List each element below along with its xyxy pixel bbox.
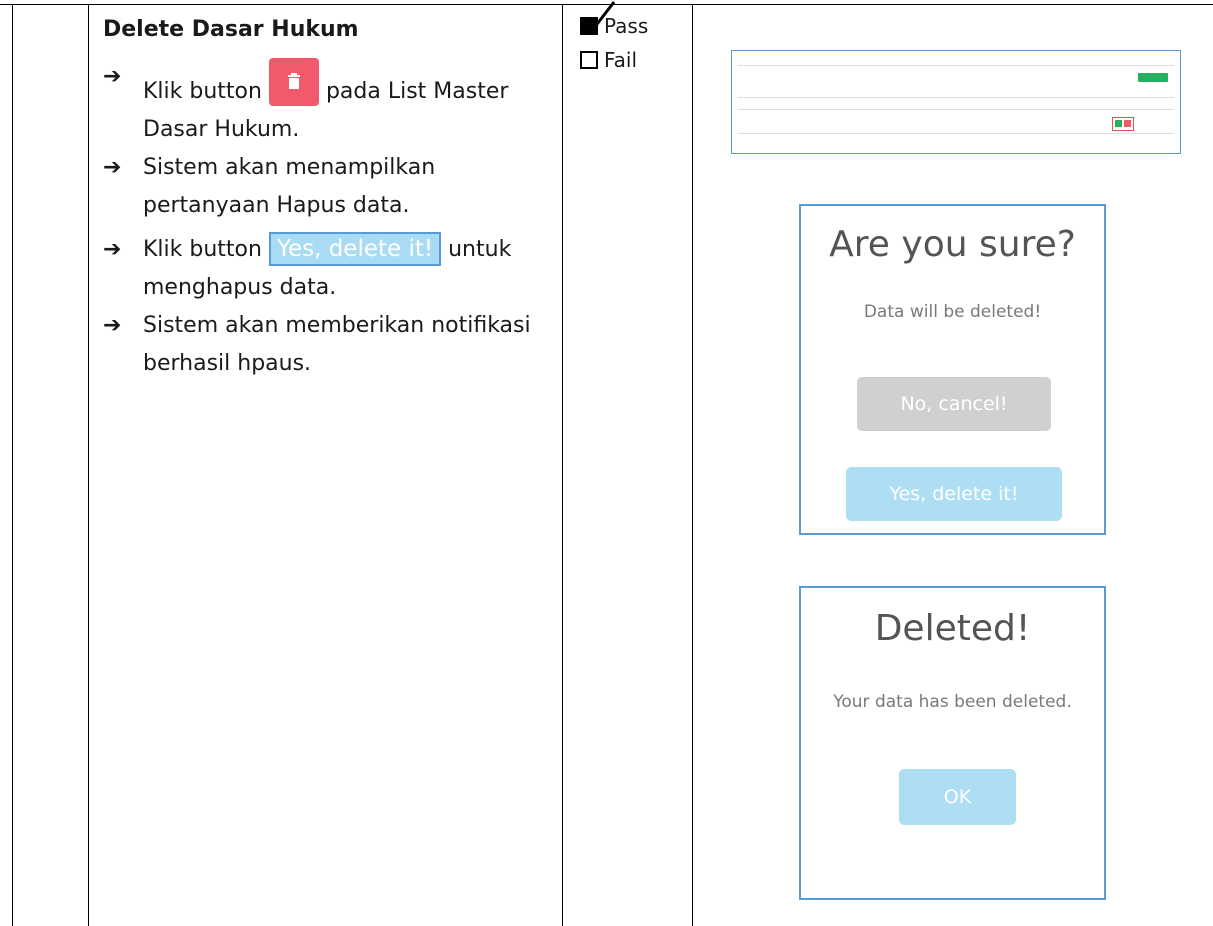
- test-steps: Delete Dasar Hukum ➔ Klik button pada Li…: [103, 10, 553, 383]
- success-dialog: Deleted! Your data has been deleted. OK: [799, 586, 1106, 900]
- arrow-icon: ➔: [103, 64, 122, 89]
- checkbox-icon: [580, 51, 598, 69]
- dialog-message: Your data has been deleted.: [833, 692, 1072, 712]
- arrow-icon: ➔: [103, 155, 122, 180]
- arrow-icon: ➔: [103, 237, 122, 262]
- delete-button-sample: [268, 58, 319, 106]
- add-button-thumbnail: [1138, 73, 1168, 82]
- dialog-title: Are you sure?: [829, 224, 1076, 265]
- step-item: ➔ Klik button pada List Master Dasar Huk…: [103, 58, 553, 149]
- action-buttons-highlight: [1112, 117, 1134, 131]
- step-item: ➔ Sistem akan memberikan notifikasi berh…: [103, 307, 553, 383]
- table-border-col1: [88, 4, 89, 926]
- dialog-message: Data will be deleted!: [863, 302, 1042, 322]
- fail-option: Fail: [580, 44, 648, 76]
- step-item: ➔ Sistem akan menampilkan pertanyaan Hap…: [103, 149, 553, 225]
- ok-button[interactable]: OK: [899, 769, 1016, 825]
- confirm-dialog: Are you sure? Data will be deleted! No, …: [799, 204, 1106, 535]
- table-border-left: [12, 4, 13, 926]
- checkmark-icon: [586, 1, 616, 30]
- table-border-col2: [562, 4, 563, 926]
- trash-icon: [287, 73, 300, 89]
- dialog-title: Deleted!: [874, 608, 1031, 649]
- confirm-delete-button[interactable]: Yes, delete it!: [846, 467, 1062, 521]
- yes-delete-button-sample: Yes, delete it!: [268, 232, 442, 266]
- list-screenshot-thumbnail: [731, 50, 1181, 154]
- arrow-icon: ➔: [103, 313, 122, 338]
- cancel-button[interactable]: No, cancel!: [857, 377, 1051, 431]
- table-border-col3: [692, 4, 693, 926]
- test-case-title: Delete Dasar Hukum: [103, 17, 359, 42]
- step-item: ➔ Klik button Yes, delete it! untuk meng…: [103, 231, 553, 307]
